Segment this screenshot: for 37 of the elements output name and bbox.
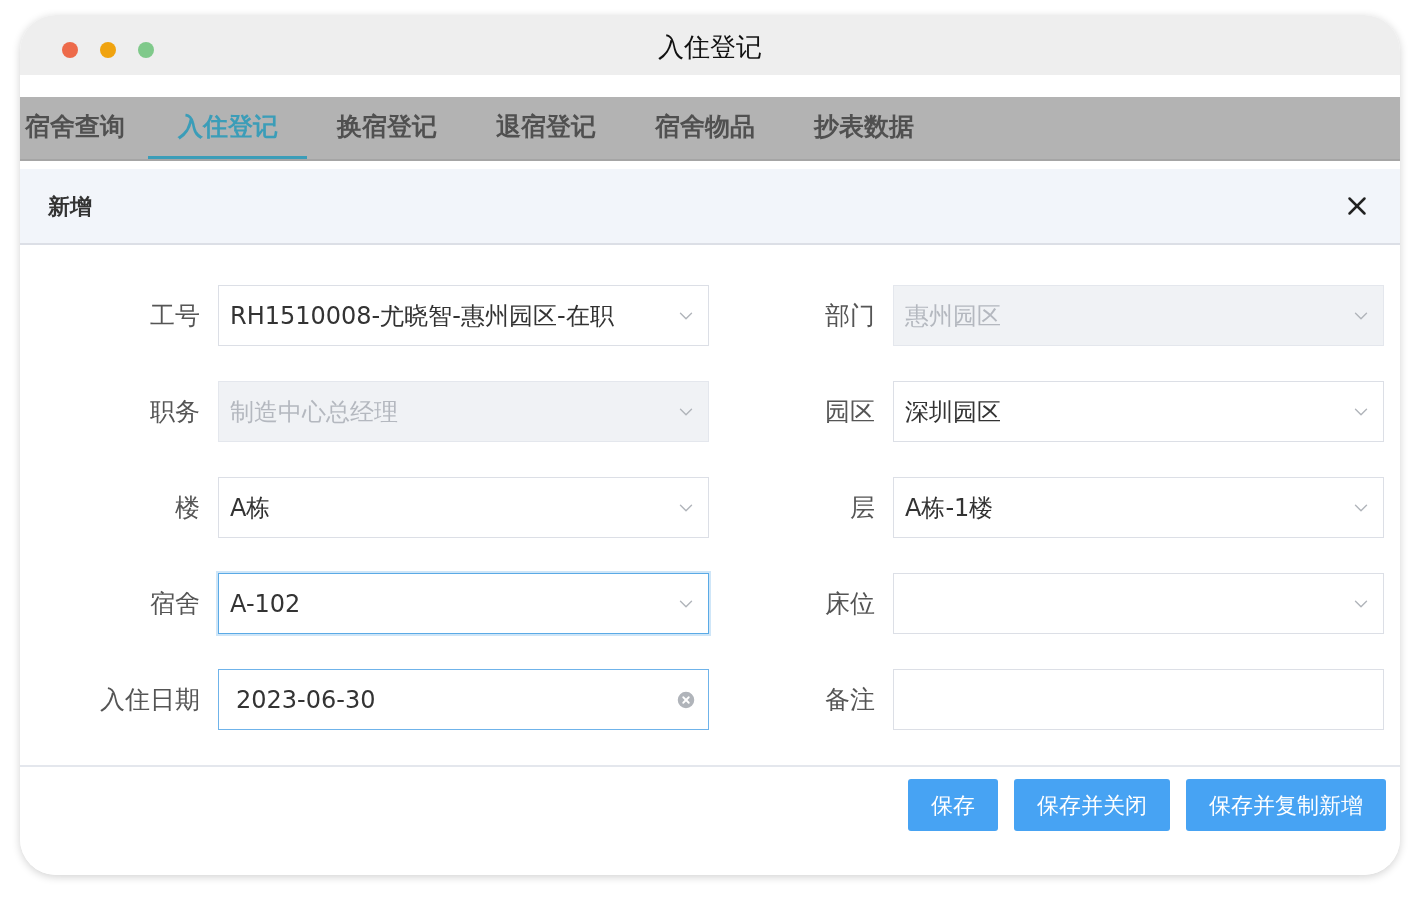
clear-icon[interactable] bbox=[675, 688, 697, 711]
select-field[interactable]: A-102 bbox=[218, 573, 709, 634]
select-field[interactable] bbox=[893, 573, 1384, 634]
field-label: 职务 bbox=[150, 395, 200, 428]
tab[interactable]: 宿舍查询 bbox=[20, 97, 148, 159]
field-label: 宿舍 bbox=[150, 587, 200, 620]
field-label: 床位 bbox=[825, 587, 875, 620]
tab[interactable]: 退宿登记 bbox=[466, 97, 625, 159]
field-label: 楼 bbox=[175, 491, 200, 524]
action-button[interactable]: 保存并复制新增 bbox=[1186, 779, 1386, 831]
tab[interactable]: 换宿登记 bbox=[307, 97, 466, 159]
field-label: 园区 bbox=[825, 395, 875, 428]
dialog-title: 新增 bbox=[48, 192, 92, 221]
action-button[interactable]: 保存 bbox=[908, 779, 998, 831]
select-field[interactable]: RH1510008-尤晓智-惠州园区-在职 bbox=[218, 285, 709, 346]
field-label: 入住日期 bbox=[100, 683, 200, 716]
field-value: 制造中心总经理 bbox=[230, 396, 399, 428]
field-value: 2023-06-30 bbox=[235, 684, 377, 716]
field-label: 部门 bbox=[825, 299, 875, 332]
field-label: 备注 bbox=[825, 683, 875, 716]
field-value: 惠州园区 bbox=[905, 300, 1002, 332]
input-field[interactable] bbox=[893, 669, 1384, 730]
tab[interactable]: 宿舍物品 bbox=[625, 97, 784, 159]
field-label: 工号 bbox=[150, 299, 200, 332]
select-field[interactable]: A栋 bbox=[218, 477, 709, 538]
action-button[interactable]: 保存并关闭 bbox=[1014, 779, 1170, 831]
tab[interactable]: 抄表数据 bbox=[784, 97, 943, 159]
field-value: A栋 bbox=[230, 492, 272, 524]
select-field[interactable]: A栋-1楼 bbox=[893, 477, 1384, 538]
field-value: A栋-1楼 bbox=[905, 492, 995, 524]
field-label: 层 bbox=[850, 491, 875, 524]
field-value: RH1510008-尤晓智-惠州园区-在职 bbox=[230, 300, 615, 332]
field-value: 深圳园区 bbox=[905, 396, 1002, 428]
date-field[interactable]: 2023-06-30 bbox=[218, 669, 709, 730]
select-field[interactable]: 深圳园区 bbox=[893, 381, 1384, 442]
field-value: A-102 bbox=[230, 588, 302, 620]
window-title: 入住登记 bbox=[658, 30, 762, 64]
